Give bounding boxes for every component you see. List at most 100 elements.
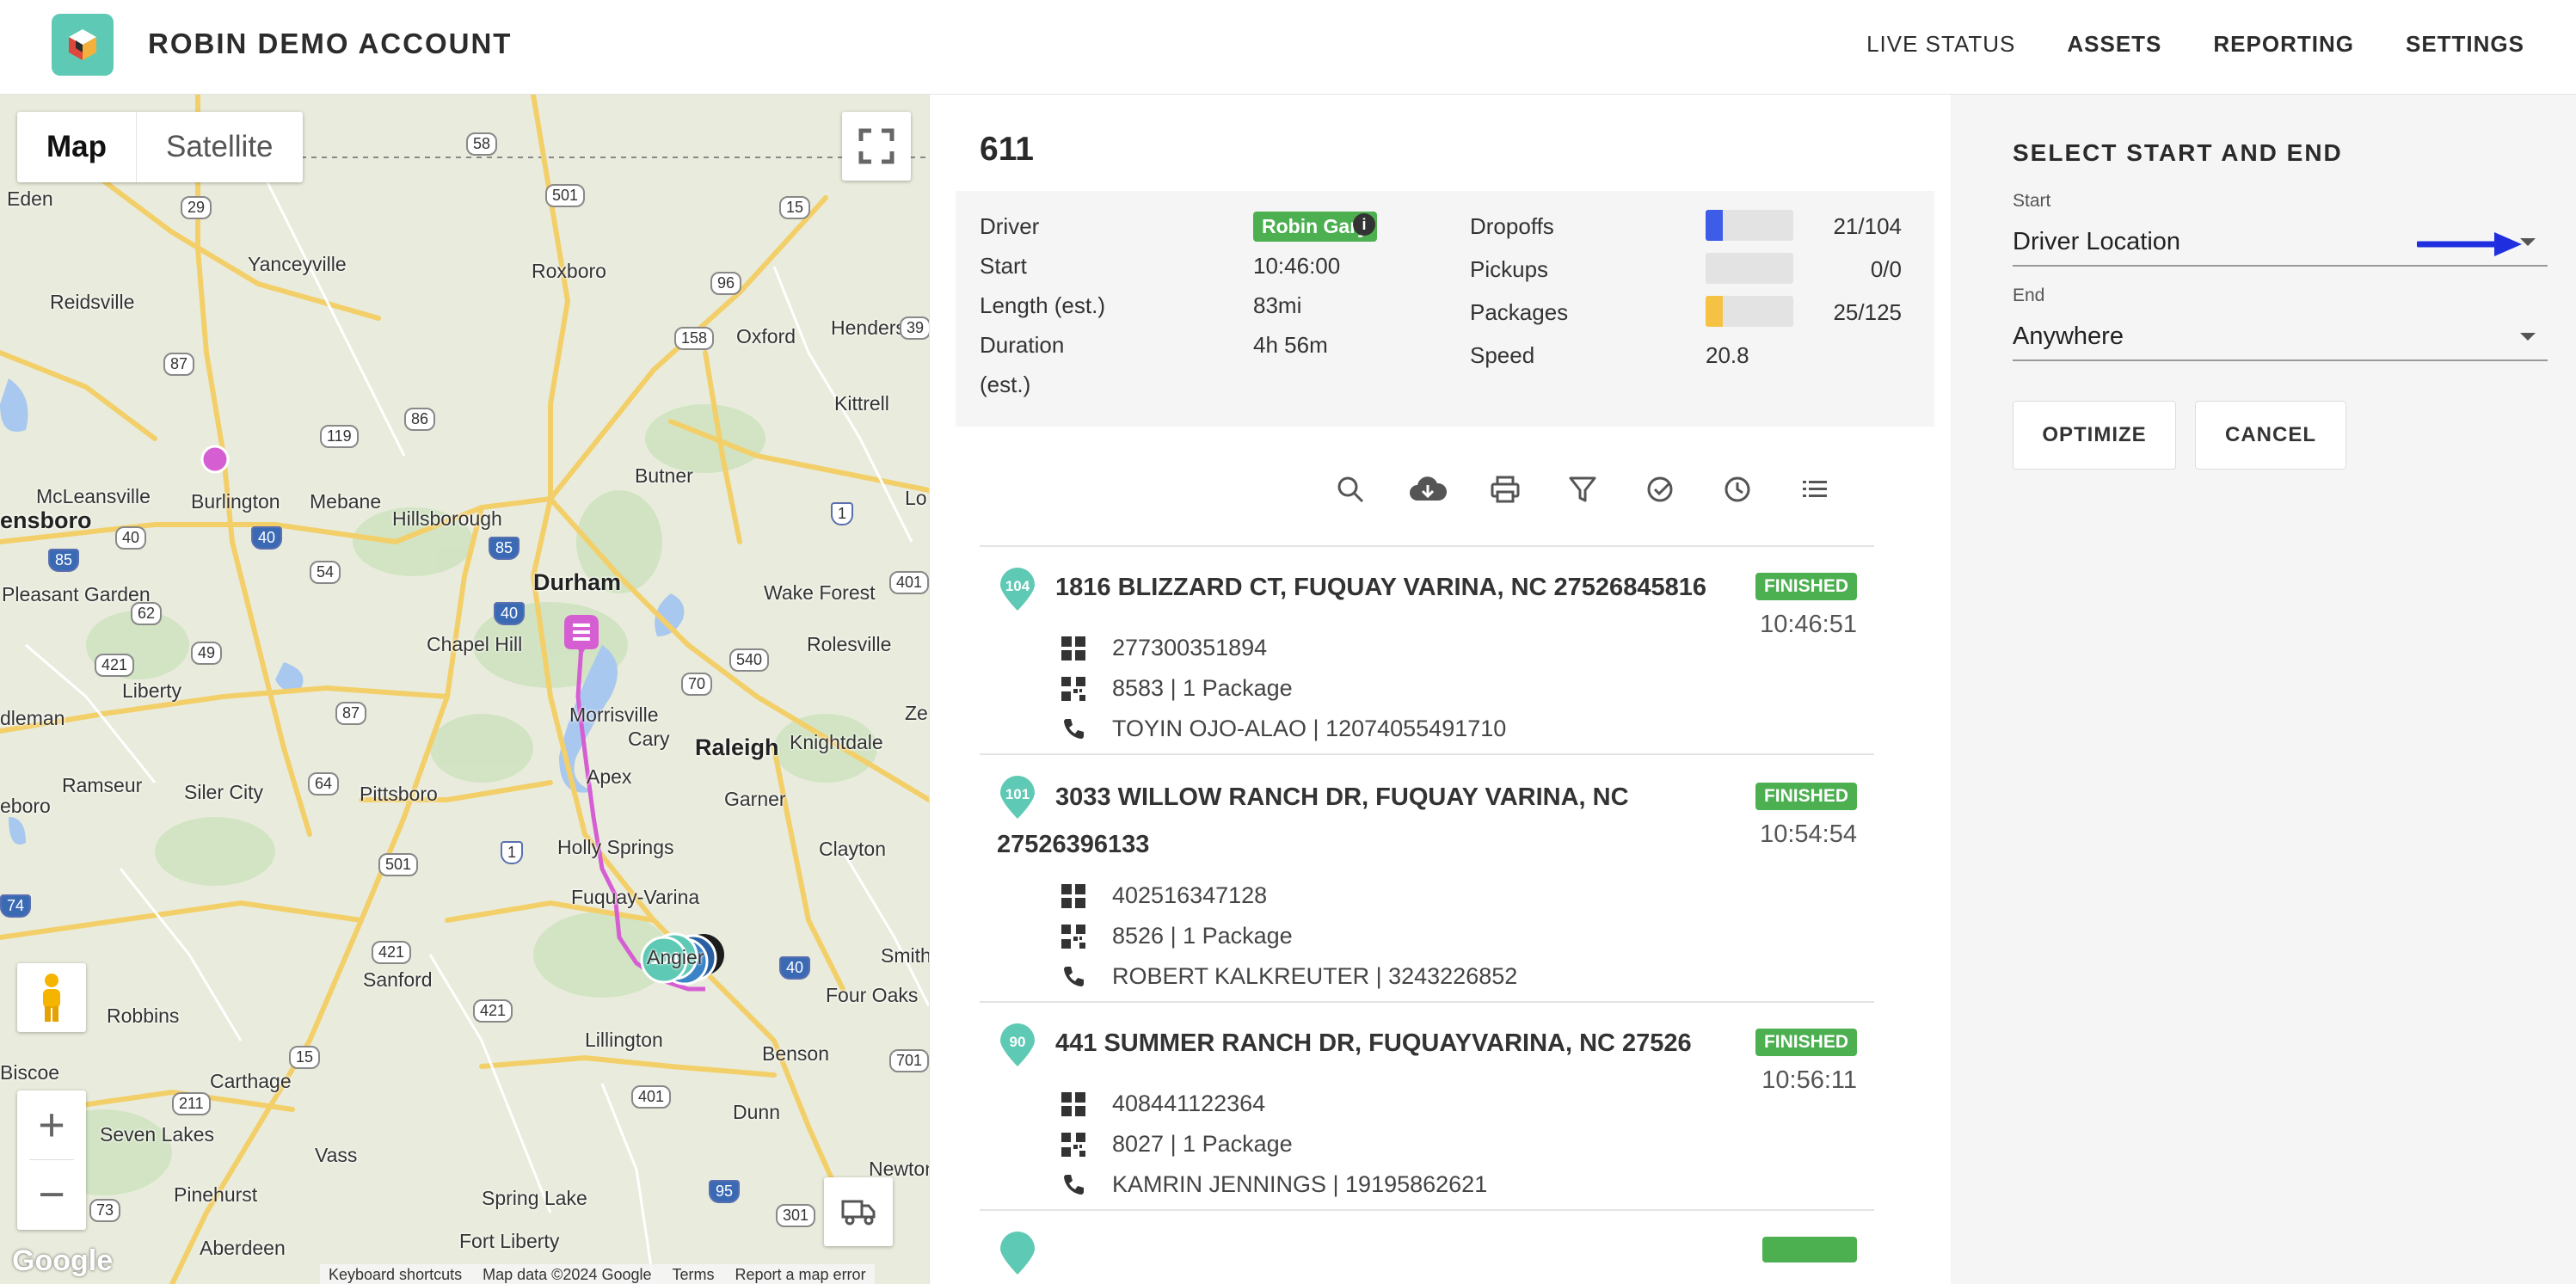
map-place-label: Oxford: [736, 325, 796, 347]
truck-icon: [841, 1200, 876, 1226]
stop-package: 8583 | 1 Package: [1112, 675, 1293, 701]
zoom-in-button[interactable]: +: [17, 1090, 86, 1160]
speed-label: Speed: [1470, 342, 1535, 368]
map-place-label: Fuquay-Varina: [571, 886, 700, 908]
interstate-shield: 74: [0, 894, 32, 918]
stop-address: 441 SUMMER RANCH DR, FUQUAYVARINA, NC 27…: [1055, 1029, 1692, 1057]
highway-shield: 501: [378, 853, 419, 876]
highway-shield: 301: [776, 1204, 816, 1227]
map-place-label: Kittrell: [834, 392, 889, 415]
stop-package: 8027 | 1 Package: [1112, 1131, 1293, 1157]
map-place-label: Lo: [905, 487, 927, 509]
stop-list-item[interactable]: [980, 1211, 1874, 1275]
start-select-value: Driver Location: [2013, 228, 2181, 255]
interstate-shield: 95: [709, 1180, 741, 1203]
map-place-label: Cary: [628, 728, 670, 750]
map-place-label: McLeansville: [36, 485, 151, 507]
map-place-label: Wake Forest: [764, 581, 876, 604]
street-view-pegman-button[interactable]: [17, 963, 86, 1032]
map-place-label: eboro: [0, 795, 51, 817]
map-type-map-button[interactable]: Map: [17, 112, 136, 182]
map-view[interactable]: 104 Eden Yanceyville Roxboro Reidsville …: [0, 95, 929, 1284]
check-circle-icon[interactable]: [1635, 464, 1685, 514]
speed-value: 20.8: [1706, 342, 1749, 368]
highway-shield: 58: [466, 132, 498, 156]
list-icon[interactable]: [1790, 464, 1840, 514]
map-place-label: Holly Springs: [557, 836, 674, 858]
map-place-label: Roxboro: [532, 260, 606, 282]
search-icon[interactable]: [1325, 464, 1375, 514]
highway-shield: 49: [191, 642, 223, 665]
qr-code-icon: [1061, 925, 1085, 949]
stop-list-item[interactable]: 101 3033 WILLOW RANCH DR, FUQUAY VARINA,…: [980, 755, 1874, 1003]
phone-icon: [1064, 719, 1084, 739]
print-icon[interactable]: [1480, 464, 1530, 514]
keyboard-shortcuts-link[interactable]: Keyboard shortcuts: [329, 1266, 462, 1284]
map-type-control: Map Satellite: [17, 112, 303, 182]
map-place-label: Seven Lakes: [100, 1123, 214, 1146]
fullscreen-icon: [858, 128, 895, 164]
stop-contact: TOYIN OJO-ALAO | 12074055491710: [1112, 716, 1507, 741]
cloud-download-icon[interactable]: [1403, 464, 1453, 514]
stop-address: 1816 BLIZZARD CT, FUQUAY VARINA, NC 2752…: [1055, 574, 1706, 601]
panel-title: SELECT START AND END: [2013, 139, 2343, 166]
optimize-button[interactable]: OPTIMIZE: [2013, 401, 2176, 470]
account-title: ROBIN DEMO ACCOUNT: [148, 28, 513, 59]
stop-list: 104 1816 BLIZZARD CT, FUQUAY VARINA, NC …: [980, 545, 1874, 1275]
cube-icon: [69, 29, 96, 60]
stop-package-row: 8027 | 1 Package: [980, 1124, 1874, 1164]
nav-assets[interactable]: ASSETS: [2067, 31, 2161, 58]
stop-number: 104: [1005, 578, 1030, 594]
filter-icon[interactable]: [1558, 464, 1608, 514]
cancel-button[interactable]: CANCEL: [2195, 401, 2346, 470]
highway-shield: 87: [163, 353, 195, 376]
packages-value: 25/125: [1833, 299, 1902, 325]
pickups-label: Pickups: [1470, 256, 1549, 282]
clock-icon[interactable]: [1712, 464, 1762, 514]
annotation-arrow-icon: [2417, 232, 2522, 256]
nav-settings[interactable]: SETTINGS: [2406, 31, 2524, 58]
route-detail-panel: 611 Driver Robin Gary i Start 10:46:00 L…: [929, 95, 1951, 1284]
highway-shield: 211: [172, 1092, 211, 1115]
phone-icon: [1064, 967, 1084, 986]
dropoffs-progress-bar: [1706, 210, 1793, 241]
route-summary: Driver Robin Gary i Start 10:46:00 Lengt…: [956, 191, 1934, 427]
map-place-label: Fort Liberty: [459, 1230, 560, 1252]
highway-shield i blue: 40: [115, 526, 147, 550]
stop-number: 101: [1005, 786, 1030, 802]
stop-status-badge: FINISHED: [1755, 783, 1857, 810]
map-attribution: Keyboard shortcuts Map data ©2024 Google…: [320, 1264, 875, 1284]
info-icon[interactable]: i: [1353, 213, 1375, 236]
end-select-label: End: [2013, 286, 2045, 305]
map-place-label: Knightdale: [790, 731, 883, 753]
stop-toolbar: [1325, 464, 1840, 514]
map-place-label: Siler City: [184, 781, 264, 803]
end-select[interactable]: Anywhere: [2013, 311, 2548, 361]
map-place-label: Biscoe: [0, 1061, 60, 1084]
top-bar: ROBIN DEMO ACCOUNT LIVE STATUS ASSETS RE…: [0, 0, 2576, 95]
truck-button[interactable]: [824, 1177, 893, 1246]
map-place-label: Mebane: [310, 490, 382, 513]
stop-list-item[interactable]: 104 1816 BLIZZARD CT, FUQUAY VARINA, NC …: [980, 547, 1874, 755]
report-map-error-link[interactable]: Report a map error: [735, 1266, 866, 1284]
map-type-satellite-button[interactable]: Satellite: [136, 112, 303, 182]
nav-live-status[interactable]: LIVE STATUS: [1866, 31, 2015, 58]
fullscreen-button[interactable]: [842, 112, 911, 181]
map-place-label: Durham: [533, 569, 622, 595]
map-place-label: Chapel Hill: [427, 633, 523, 655]
map-place-label: Sanford: [363, 968, 433, 991]
stop-list-item[interactable]: 90 441 SUMMER RANCH DR, FUQUAYVARINA, NC…: [980, 1003, 1874, 1211]
google-logo: Google: [12, 1244, 114, 1277]
app-logo[interactable]: [52, 14, 114, 76]
highway-shield: 401: [889, 571, 929, 594]
stop-barcode-row: 277300351894: [980, 628, 1874, 668]
map-place-label: Smith: [881, 944, 929, 967]
map-place-label: Rolesville: [807, 633, 892, 655]
map-data-text: Map data ©2024 Google: [483, 1265, 652, 1283]
map-place-label: Raleigh: [695, 734, 779, 760]
select-start-end-panel: SELECT START AND END Start Driver Locati…: [1951, 95, 2576, 1284]
nav-reporting[interactable]: REPORTING: [2213, 31, 2354, 58]
zoom-out-button[interactable]: −: [17, 1160, 86, 1230]
packages-label: Packages: [1470, 299, 1569, 325]
terms-link[interactable]: Terms: [673, 1266, 715, 1284]
